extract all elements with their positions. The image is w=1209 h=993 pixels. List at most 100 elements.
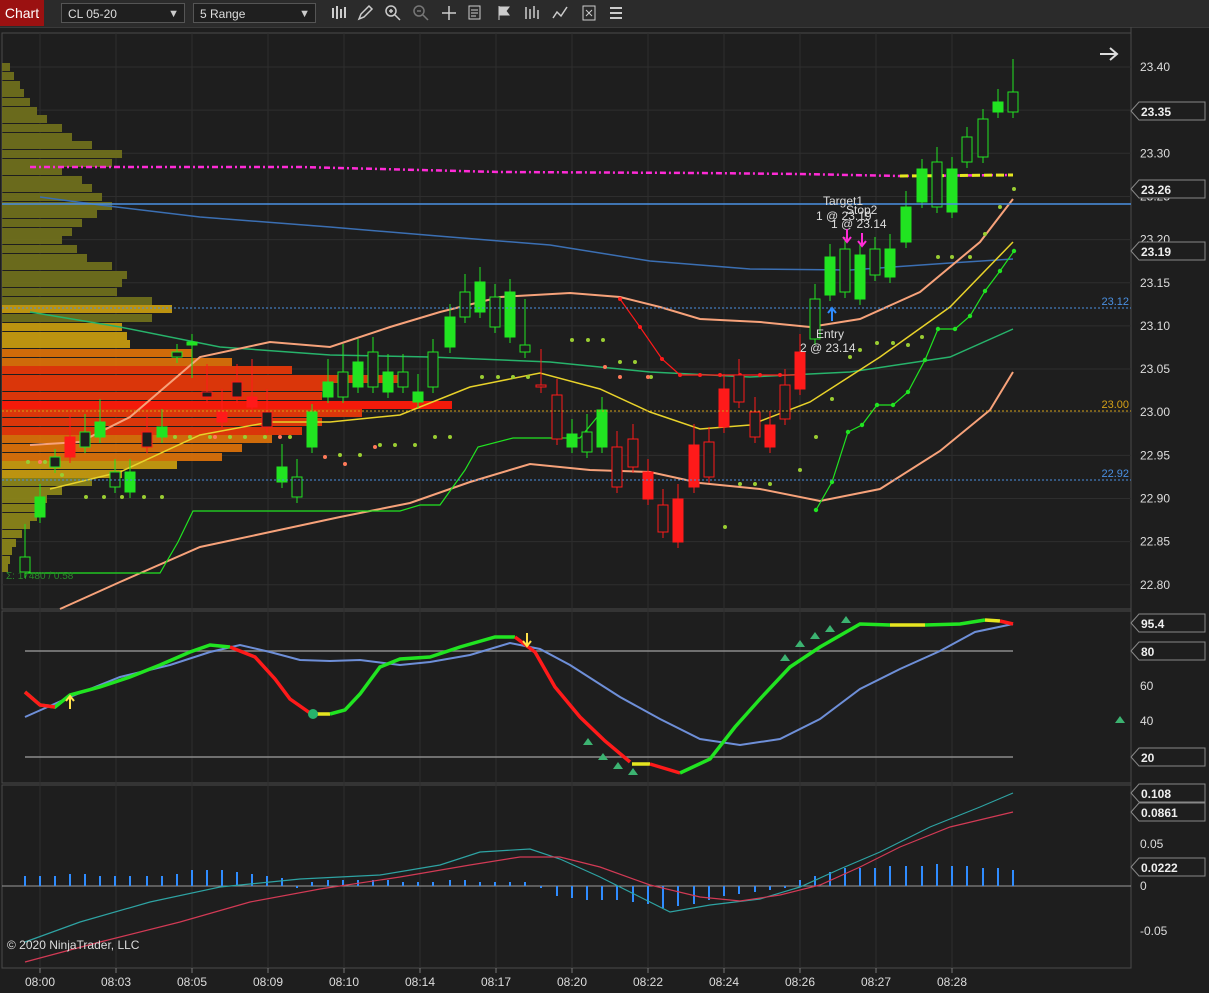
copyright-text: © 2020 NinjaTrader, LLC — [7, 938, 140, 952]
sar-dot — [160, 495, 164, 499]
stoch-upper-marker: 80 — [1130, 641, 1206, 661]
supertrend-dot — [638, 325, 642, 329]
svg-text:0.0861: 0.0861 — [1141, 806, 1178, 820]
macd-tick-label: 0.05 — [1140, 837, 1164, 851]
price-marker: 23.26 — [1130, 179, 1206, 199]
time-tick-label: 08:10 — [329, 975, 359, 989]
svg-text:0.0222: 0.0222 — [1141, 861, 1178, 875]
supertrend-dot — [952, 326, 958, 332]
svg-text:23.35: 23.35 — [1141, 105, 1171, 119]
macd-tick-label: 0 — [1140, 879, 1147, 893]
sar-dot — [1012, 187, 1016, 191]
time-tick-label: 08:20 — [557, 975, 587, 989]
svg-text:95.4: 95.4 — [1141, 617, 1165, 631]
macd-value-marker: 0.0861 — [1130, 802, 1206, 822]
bar-type-selector[interactable]: 5 Range ▼ — [193, 3, 316, 23]
bar-type-value: 5 Range — [200, 7, 246, 21]
sar-dot — [413, 443, 417, 447]
time-tick-label: 08:22 — [633, 975, 663, 989]
macd-tick-label: -0.05 — [1140, 924, 1168, 938]
chart-tab[interactable]: Chart — [0, 0, 44, 26]
volume-profile-bar — [2, 349, 192, 357]
properties-icon[interactable] — [580, 4, 598, 22]
time-tick-label: 08:17 — [481, 975, 511, 989]
time-tick-label: 08:00 — [25, 975, 55, 989]
stoch-k-line — [984, 618, 1001, 623]
price-tick-label: 22.95 — [1140, 448, 1170, 462]
volume-profile-bar — [2, 81, 20, 89]
last-price-marker: 23.35 — [1130, 101, 1206, 121]
stoch-value-marker: 95.4 — [1130, 613, 1206, 633]
draw-pencil-icon[interactable] — [356, 4, 374, 22]
sar-dot — [208, 435, 212, 439]
volume-profile-bar — [2, 530, 22, 538]
time-tick-label: 08:05 — [177, 975, 207, 989]
sar-dot — [891, 341, 895, 345]
price-tick-label: 22.90 — [1140, 492, 1170, 506]
sar-dot — [243, 435, 247, 439]
time-axis[interactable]: 08:00 08:03 08:05 08:09 08:10 08:14 08:17 08:20… — [25, 968, 967, 989]
instrument-selector[interactable]: CL 05-20 ▼ — [61, 3, 185, 23]
price-panel[interactable] — [1, 32, 1132, 610]
indicators-icon[interactable] — [523, 4, 541, 22]
chart-canvas[interactable]: 23.12 23.00 22.92 Target1 1 @ 23.19 Stop… — [0, 27, 1209, 993]
volume-profile-bar — [2, 504, 37, 512]
volume-profile-bar — [2, 176, 82, 184]
menu-icon[interactable] — [607, 4, 625, 22]
volume-profile-bar — [2, 314, 152, 322]
price-tick-label: 23.05 — [1140, 362, 1170, 376]
supertrend-dot — [890, 402, 896, 408]
zoom-out-icon[interactable] — [412, 4, 430, 22]
price-axis[interactable]: 23.4023.3523.3023.2523.2023.1523.1023.05… — [1130, 60, 1206, 938]
entry-label: Entry — [816, 327, 844, 341]
volume-profile-bar — [2, 236, 62, 244]
volume-profile-bar — [2, 115, 47, 123]
macd-panel[interactable] — [1, 784, 1132, 969]
sar-dot — [338, 453, 342, 457]
volume-profile-bar — [2, 513, 37, 521]
volume-profile-bar — [2, 219, 82, 227]
svg-text:0.108: 0.108 — [1141, 787, 1171, 801]
sar-dot — [603, 365, 607, 369]
strategy-icon[interactable] — [496, 4, 514, 22]
supertrend-dot — [845, 429, 851, 435]
volume-profile-bar — [2, 72, 14, 80]
volume-profile-bar — [2, 124, 62, 132]
supertrend-dot — [618, 297, 622, 301]
time-tick-label: 08:28 — [937, 975, 967, 989]
line-label-23-12: 23.12 — [1101, 296, 1129, 308]
sar-dot — [378, 443, 382, 447]
sar-dot — [768, 482, 772, 486]
sar-dot — [998, 205, 1002, 209]
sar-dot — [60, 473, 64, 477]
chevron-down-icon: ▼ — [299, 8, 310, 20]
sar-dot — [814, 435, 818, 439]
volume-profile-bar — [2, 547, 12, 555]
volume-profile-bar — [2, 141, 92, 149]
volume-profile-bar — [2, 539, 16, 547]
data-box-icon[interactable] — [467, 4, 485, 22]
volume-profile-bar — [2, 89, 24, 97]
chevron-down-icon: ▼ — [168, 8, 179, 20]
macd-value-marker: 0.108 — [1130, 783, 1206, 803]
zoom-in-icon[interactable] — [384, 4, 402, 22]
sar-dot — [496, 375, 500, 379]
sar-dot — [393, 443, 397, 447]
stoch-tick-label: 40 — [1140, 714, 1154, 728]
time-tick-label: 08:24 — [709, 975, 739, 989]
volume-profile-bar — [2, 366, 292, 374]
sar-dot — [723, 525, 727, 529]
stoch-tick-label: 60 — [1140, 679, 1154, 693]
bar-type-icon[interactable] — [330, 4, 348, 22]
sar-dot — [983, 232, 987, 236]
sar-dot — [358, 453, 362, 457]
price-tick-label: 23.15 — [1140, 276, 1170, 290]
chart-trader-icon[interactable] — [551, 4, 569, 22]
sar-dot — [173, 435, 177, 439]
sar-dot — [601, 338, 605, 342]
volume-profile-bar — [2, 305, 172, 313]
sar-dot — [448, 435, 452, 439]
volume-profile-bar — [2, 392, 322, 400]
supertrend-dot — [905, 389, 911, 395]
crosshair-icon[interactable] — [440, 4, 458, 22]
